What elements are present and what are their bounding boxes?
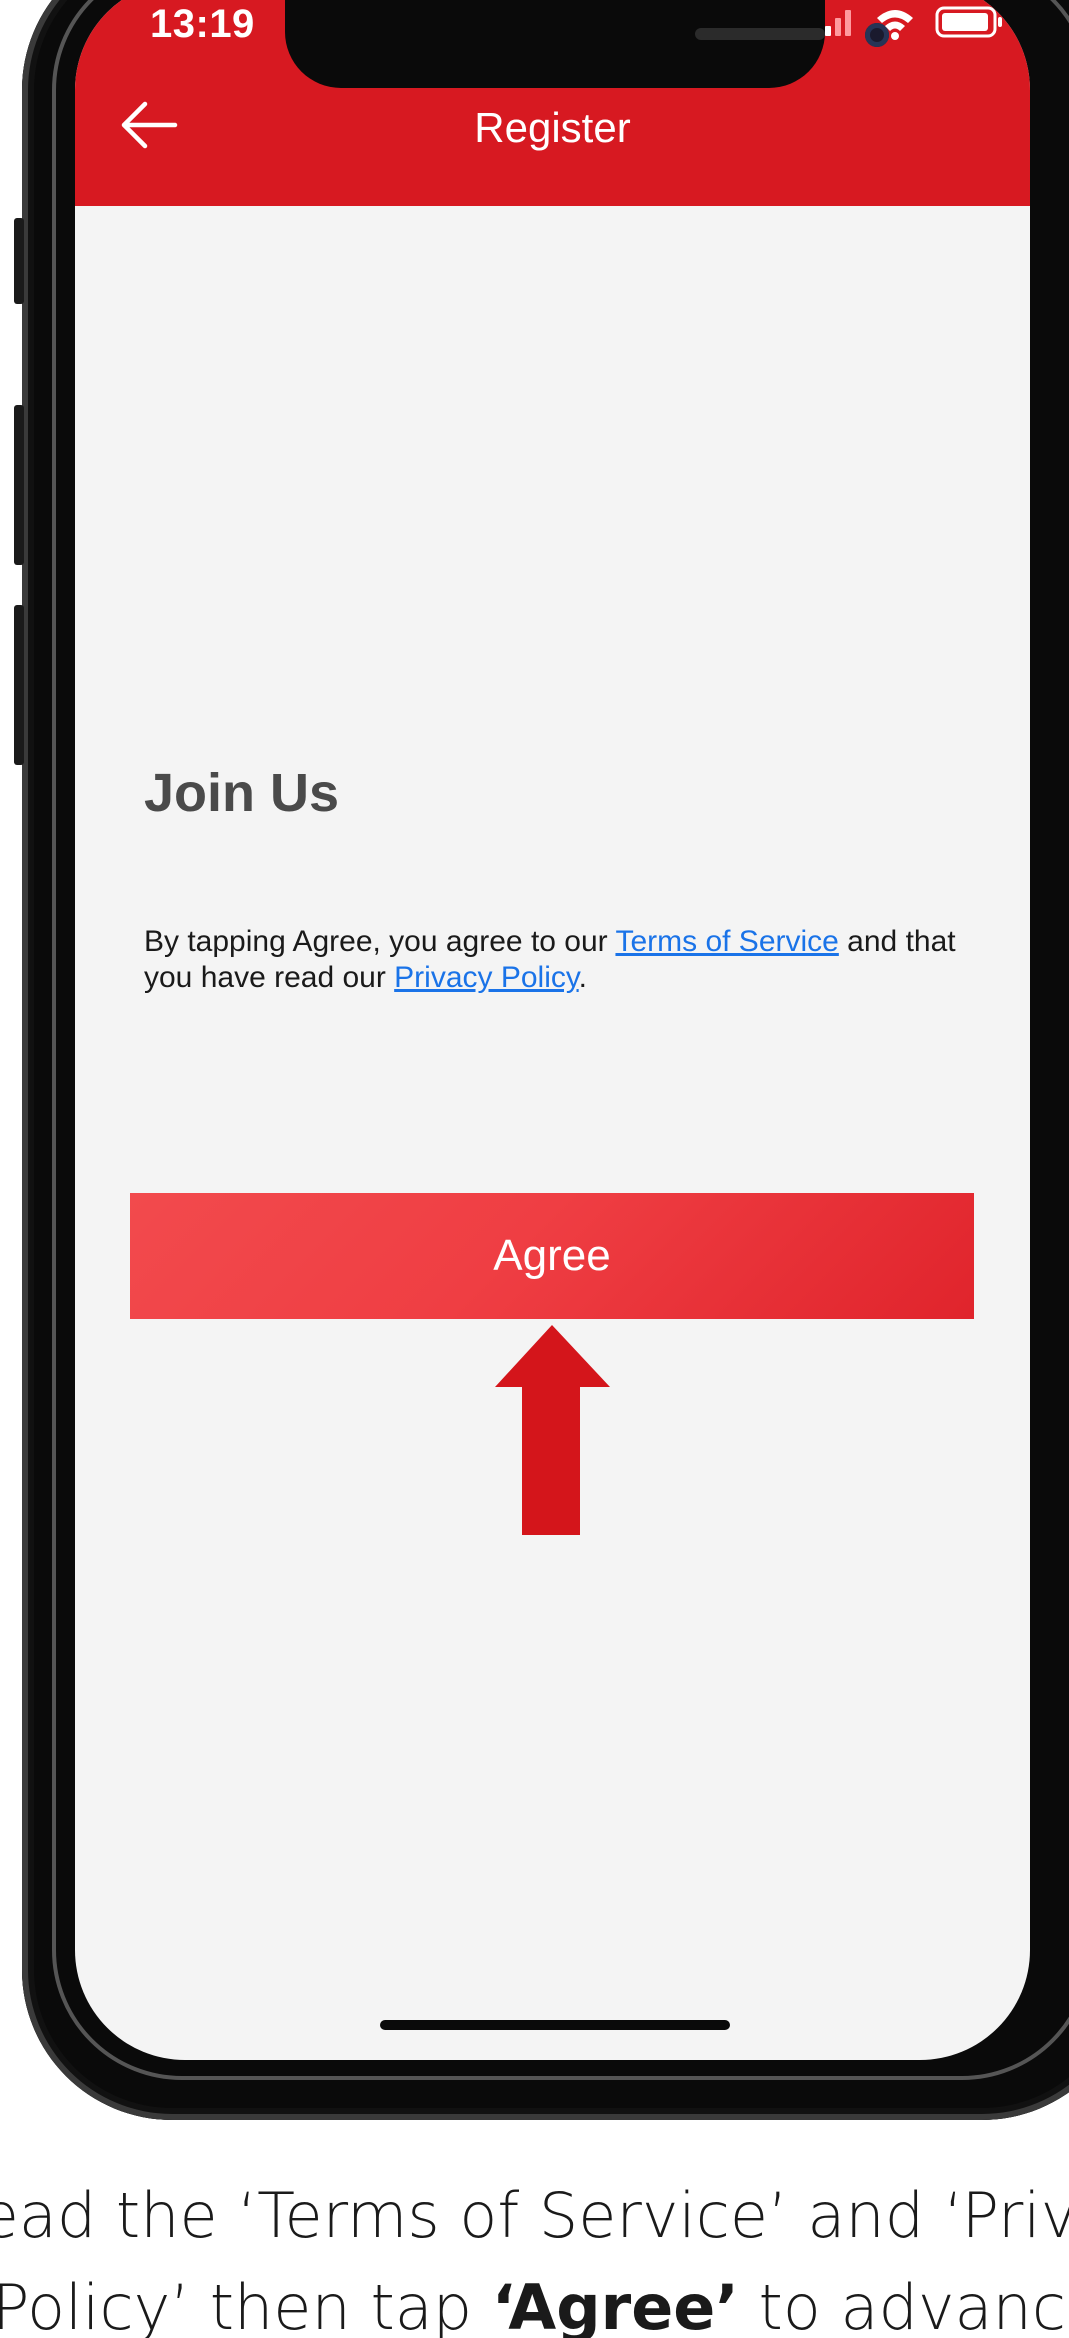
terms-statement: By tapping Agree, you agree to our Terms…: [144, 924, 964, 996]
home-indicator: [380, 2020, 730, 2030]
privacy-policy-link[interactable]: Privacy Policy: [394, 961, 578, 994]
agree-button[interactable]: Agree: [130, 1193, 974, 1319]
notch: [285, 0, 889, 88]
arrow-up-icon: [495, 1325, 610, 1535]
caption-line-1: ead the ‘Terms of Service’ and ‘Priva: [0, 2179, 1069, 2252]
battery-icon: [935, 6, 1002, 38]
join-heading: Join Us: [144, 763, 340, 823]
caption-agree-emphasis: ‘Agree’: [491, 2271, 739, 2338]
page-title: Register: [474, 104, 631, 151]
caption-line-2-prefix: Policy’ then tap: [0, 2271, 492, 2338]
instruction-caption: ead the ‘Terms of Service’ and ‘Priva Po…: [0, 2170, 1069, 2338]
volume-up-button: [14, 405, 24, 565]
terms-of-service-link[interactable]: Terms of Service: [615, 925, 838, 958]
status-time: 13:19: [150, 2, 255, 46]
caption-line-2-suffix: to advance: [738, 2271, 1069, 2338]
tutorial-page: 13:19 Register Join Us By tapping Agree,…: [0, 0, 1069, 2338]
caption-line-2: Policy’ then tap ‘Agree’ to advance: [0, 2262, 1069, 2338]
terms-prefix: By tapping Agree, you agree to our: [144, 925, 616, 958]
volume-down-button: [14, 605, 24, 765]
cellular-signal-icon: [825, 10, 851, 36]
phone-screen: 13:19 Register Join Us By tapping Agree,…: [75, 0, 1030, 2060]
wifi-icon: [877, 10, 913, 40]
speaker-grille: [695, 28, 825, 40]
status-icons: [825, 2, 1025, 42]
terms-suffix: .: [578, 961, 587, 994]
silent-switch: [14, 218, 24, 304]
